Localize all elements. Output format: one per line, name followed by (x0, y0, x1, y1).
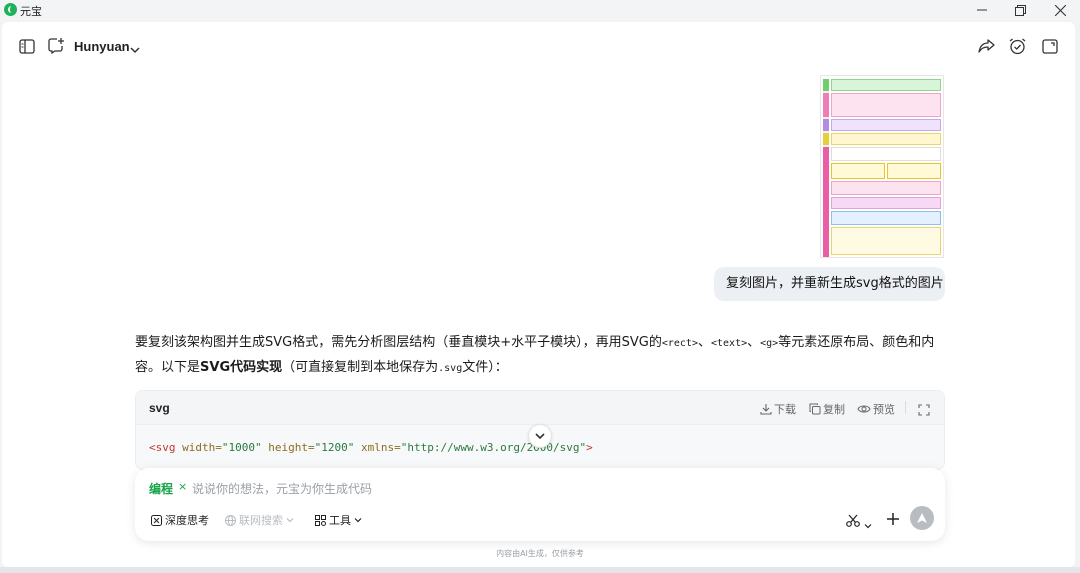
restore-icon[interactable] (1000, 0, 1040, 20)
message-composer: 编程 × 说说你的想法，元宝为你生成代码 深度思考 联网搜索 工具 (135, 468, 945, 541)
tools-label: 工具 (329, 514, 351, 527)
code-block-header: svg 下载 复制 预览 (136, 391, 944, 425)
download-icon (760, 404, 772, 415)
remove-mode-icon[interactable]: × (178, 480, 187, 493)
download-label: 下载 (774, 403, 796, 416)
inline-code: <text> (710, 338, 748, 349)
web-search-label: 联网搜索 (239, 514, 283, 527)
deep-think-button[interactable]: 深度思考 (151, 512, 209, 528)
tools-grid-icon (315, 514, 326, 526)
new-chat-icon[interactable] (47, 36, 65, 54)
reply-text: 文件）： (462, 360, 508, 375)
add-icon[interactable] (886, 511, 900, 530)
code-token-attr: height= (268, 441, 315, 454)
code-token-tag: > (586, 441, 593, 454)
code-token-attr: width= (182, 441, 222, 454)
code-token-string: "1000" (221, 441, 262, 454)
reply-separator: 、 (697, 335, 711, 350)
code-token-tag: <svg (149, 441, 176, 454)
code-line: <svg width="1000" height="1200" xmlns="h… (149, 441, 593, 454)
tools-button[interactable]: 工具 (315, 512, 362, 528)
copy-button[interactable]: 复制 (809, 401, 845, 417)
user-message-bubble: 复刻图片，并重新生成svg格式的图片 (714, 267, 945, 301)
preview-button[interactable]: 预览 (857, 401, 895, 417)
attached-image-thumbnail[interactable] (820, 75, 944, 258)
eye-icon (857, 405, 871, 413)
chevron-down-icon[interactable] (130, 40, 140, 59)
code-language-label: svg (149, 401, 170, 415)
model-selector[interactable]: Hunyuan (74, 39, 130, 54)
share-icon[interactable] (977, 37, 995, 55)
web-search-button[interactable]: 联网搜索 (225, 512, 294, 528)
window-title: 元宝 (20, 5, 42, 18)
code-token-attr: xmlns= (360, 441, 401, 454)
title-bar: 元宝 (0, 0, 1080, 20)
deep-think-icon (151, 514, 162, 526)
chevron-down-icon (354, 518, 362, 523)
code-token-string: "1200" (314, 441, 355, 454)
globe-icon (225, 514, 236, 526)
deep-think-label: 深度思考 (165, 514, 209, 527)
minimize-icon[interactable] (962, 0, 1002, 20)
mode-tag-programming[interactable]: 编程 (149, 480, 173, 497)
copy-icon (809, 403, 821, 415)
inline-code: <g> (760, 338, 779, 349)
chevron-down-icon (286, 518, 294, 523)
scroll-to-bottom-button[interactable] (528, 424, 552, 448)
message-input[interactable]: 说说你的想法，元宝为你生成代码 (192, 480, 372, 497)
reply-bold-text: SVG代码实现 (200, 360, 283, 375)
reply-separator: 、 (747, 335, 761, 350)
inline-code: .svg (438, 363, 463, 374)
divider (905, 401, 906, 414)
reply-text: 容。以下是 (135, 360, 201, 375)
assistant-reply: 要复刻该架构图并生成SVG格式，需先分析图层结构（垂直模块+水平子模块），再用S… (135, 331, 935, 381)
chevron-down-icon (535, 433, 545, 440)
chevron-down-icon[interactable] (864, 515, 872, 534)
send-button[interactable] (910, 506, 934, 530)
window-bottom-edge (0, 567, 1080, 573)
code-token-string: "http://www.w3.org/2000/svg" (400, 441, 587, 454)
download-button[interactable]: 下载 (760, 401, 796, 417)
alarm-icon[interactable] (1008, 37, 1026, 55)
scissors-icon[interactable] (846, 512, 860, 531)
reply-text: 等元素还原布局、颜色和内 (778, 335, 935, 350)
reply-text: （可直接复制到本地保存为 (282, 360, 439, 375)
ai-disclaimer: 内容由AI生成，仅供参考 (496, 549, 584, 558)
reply-text: 要复刻该架构图并生成SVG格式，需先分析图层结构（垂直模块+水平子模块），再用S… (135, 335, 662, 350)
copy-label: 复制 (823, 403, 845, 416)
send-arrow-icon (917, 513, 927, 523)
window-icon[interactable] (1041, 37, 1059, 55)
inline-code: <rect> (661, 338, 698, 349)
yuanbao-logo-icon (4, 3, 17, 16)
close-icon[interactable] (1040, 0, 1080, 20)
expand-icon[interactable] (918, 401, 930, 420)
preview-label: 预览 (873, 403, 895, 416)
sidebar-toggle-icon[interactable] (18, 37, 36, 55)
